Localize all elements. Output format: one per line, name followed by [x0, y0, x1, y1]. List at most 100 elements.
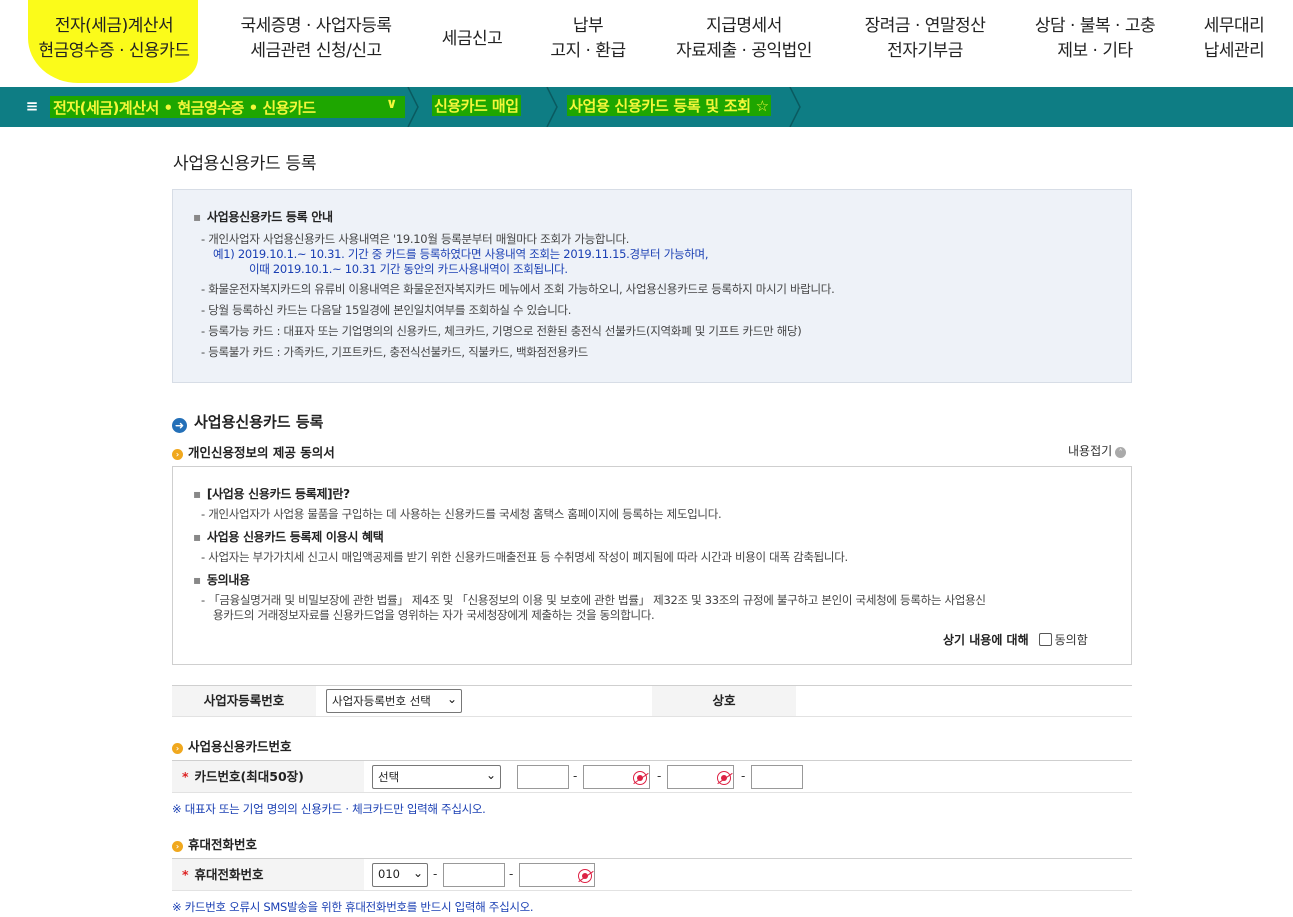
nav-item-line1: 전자(세금)계산서 — [54, 16, 174, 36]
top-navigation: 전자(세금)계산서 현금영수증 · 신용카드 국세증명 · 사업자등록 세금관련… — [0, 0, 1293, 87]
hamburger-menu-icon[interactable]: ≡ — [22, 96, 42, 116]
breadcrumb-level1[interactable]: 전자(세금)계산서 • 현금영수증 • 신용카드 ∨ — [50, 96, 405, 118]
chevron-down-icon: ⌄ — [485, 768, 496, 782]
nav-item-line2: 세금관련 신청/신고 — [250, 41, 382, 61]
collapse-label: 내용접기 — [1068, 444, 1113, 458]
consent-answer: - 「금융실명거래 및 비밀보장에 관한 법률」 제4조 및 「신용정보의 이용… — [201, 593, 986, 607]
nav-item-line1: 지급명세서 — [706, 16, 782, 36]
chevron-down-icon: ⌄ — [412, 866, 423, 880]
consent-question: ▪ 동의내용 — [193, 573, 250, 587]
phone-number-label-text: 휴대전화번호 — [194, 867, 264, 882]
phone-prefix-select[interactable]: 010 ⌄ — [372, 863, 428, 887]
consent-question-text: 동의내용 — [206, 573, 250, 587]
phone-section-title-text: 휴대전화번호 — [188, 837, 258, 852]
registration-guide-box: ▪ 사업용신용카드 등록 안내 - 개인사업자 사업용신용카드 사용내역은 '19… — [172, 189, 1132, 383]
consent-question: ▪ 사업용 신용카드 등록제 이용시 혜택 — [193, 530, 384, 544]
nav-item-line2: 제보 · 기타 — [1057, 41, 1133, 61]
nav-item-line2: 고지 · 환급 — [550, 41, 626, 61]
agree-label: 상기 내용에 대해 — [943, 633, 1029, 647]
nav-item-certificates[interactable]: 국세증명 · 사업자등록 세금관련 신청/신고 — [228, 14, 404, 64]
nav-item-line1: 국세증명 · 사업자등록 — [240, 16, 392, 36]
nav-item-consultation[interactable]: 상담 · 불복 · 고충 제보 · 기타 — [1022, 14, 1168, 64]
consent-question-text: 사업용 신용카드 등록제 이용시 혜택 — [206, 530, 384, 544]
nav-item-etax-invoice[interactable]: 전자(세금)계산서 현금영수증 · 신용카드 — [32, 14, 196, 64]
card-company-select-value: 선택 — [378, 770, 400, 784]
phone-prefix-value: 010 — [378, 867, 400, 881]
guide-line: - 개인사업자 사업용신용카드 사용내역은 '19.10월 등록분부터 매월마다… — [201, 232, 630, 246]
guide-heading: ▪ 사업용신용카드 등록 안내 — [193, 210, 333, 224]
page-title: 사업용신용카드 등록 — [173, 154, 317, 174]
consent-answer: - 사업자는 부가가치세 신고시 매입액공제를 받기 위한 신용카드매출전표 등… — [201, 550, 848, 564]
card-number-part4-input[interactable] — [751, 765, 803, 789]
card-number-part1-input[interactable] — [517, 765, 569, 789]
consent-title-text: 개인신용정보의 제공 동의서 — [188, 445, 335, 460]
section-title-text: 사업용신용카드 등록 — [194, 413, 324, 431]
guide-line: - 화물운전자복지카드의 유류비 이용내역은 화물운전자복지카드 메뉴에서 조회… — [201, 282, 835, 296]
guide-heading-text: 사업용신용카드 등록 안내 — [206, 210, 333, 224]
card-number-label-text: 카드번호(최대50장) — [194, 769, 304, 784]
consent-question: ▪ [사업용 신용카드 등록제]란? — [193, 487, 350, 501]
masked-eye-icon — [717, 771, 731, 785]
card-note: ※ 대표자 또는 기업 명의의 신용카드 · 체크카드만 입력해 주십시오. — [172, 802, 486, 816]
guide-line: - 당월 등록하신 카드는 다음달 15일경에 본인일치여부를 조회하실 수 있… — [201, 303, 572, 317]
breadcrumb-separator-icon — [546, 87, 558, 127]
consent-box: ▪ [사업용 신용카드 등록제]란? - 개인사업자가 사업용 물품을 구입하는 … — [172, 466, 1132, 665]
business-number-row: 사업자등록번호 사업자등록번호 선택 ⌄ 상호 — [172, 685, 1132, 717]
phone-note: ※ 카드번호 오류시 SMS발송을 위한 휴대전화번호를 반드시 입력해 주십시… — [172, 900, 534, 914]
masked-eye-icon — [578, 869, 592, 883]
nav-item-line1: 납부 — [572, 16, 604, 36]
nav-item-line2: 납세관리 — [1203, 41, 1265, 61]
chevron-right-icon: › — [172, 449, 183, 460]
business-number-label: 사업자등록번호 — [172, 686, 316, 716]
nav-item-line1: 상담 · 불복 · 고충 — [1034, 16, 1156, 36]
nav-item-line1: 장려금 · 연말정산 — [864, 16, 986, 36]
guide-example-line: 예1) 2019.10.1.~ 10.31. 기간 중 카드를 등록하였다면 사… — [213, 247, 709, 261]
nav-item-line2: 현금영수증 · 신용카드 — [38, 41, 190, 61]
section-title: ➜ 사업용신용카드 등록 — [172, 411, 323, 433]
nav-item-incentives[interactable]: 장려금 · 연말정산 전자기부금 — [852, 14, 998, 64]
breadcrumb: ≡ 전자(세금)계산서 • 현금영수증 • 신용카드 ∨ 신용카드 매입 사업용… — [0, 87, 1293, 127]
card-company-select[interactable]: 선택 ⌄ — [372, 765, 501, 789]
breadcrumb-separator-icon — [789, 87, 801, 127]
chevron-right-icon: › — [172, 743, 183, 754]
agree-checkbox[interactable] — [1038, 633, 1052, 646]
collapse-content-link[interactable]: 내용접기 ˄ — [1068, 442, 1127, 459]
business-name-label: 상호 — [652, 686, 796, 716]
business-number-select[interactable]: 사업자등록번호 선택 ⌄ — [326, 689, 462, 713]
arrow-right-icon: ➜ — [172, 418, 187, 433]
consent-answer: - 개인사업자가 사업용 물품을 구입하는 데 사용하는 신용카드를 국세청 홈… — [201, 507, 722, 521]
chevron-down-icon: ⌄ — [446, 692, 457, 706]
nav-item-payment-statement[interactable]: 지급명세서 자료제출 · 공익법인 — [664, 14, 824, 64]
nav-item-line1: 세금신고 — [441, 29, 503, 49]
agree-option-label[interactable]: 동의함 — [1055, 633, 1088, 647]
phone-middle-input[interactable] — [443, 863, 505, 887]
chevron-right-icon: › — [172, 841, 183, 852]
breadcrumb-level2[interactable]: 신용카드 매입 — [432, 95, 521, 116]
breadcrumb-level1-label: 전자(세금)계산서 • 현금영수증 • 신용카드 — [53, 99, 316, 117]
card-section-title: › 사업용신용카드번호 — [172, 736, 292, 755]
business-number-select-value: 사업자등록번호 선택 — [332, 694, 431, 708]
guide-line: - 등록불가 카드 : 가족카드, 기프트카드, 충전식선불카드, 직불카드, … — [201, 345, 588, 359]
nav-item-line1: 세무대리 — [1203, 16, 1265, 36]
phone-section-title: › 휴대전화번호 — [172, 834, 257, 853]
nav-item-tax-filing[interactable]: 세금신고 — [432, 27, 512, 52]
phone-number-label: * 휴대전화번호 — [172, 859, 364, 890]
nav-item-line2: 자료제출 · 공익법인 — [676, 41, 812, 61]
nav-item-payment[interactable]: 납부 고지 · 환급 — [540, 14, 636, 64]
card-section-title-text: 사업용신용카드번호 — [188, 739, 292, 754]
masked-eye-icon — [633, 771, 647, 785]
breadcrumb-separator-icon — [407, 87, 419, 127]
chevron-down-icon: ∨ — [386, 96, 398, 112]
consent-title: › 개인신용정보의 제공 동의서 — [172, 442, 335, 461]
chevron-up-icon: ˄ — [1115, 447, 1127, 458]
consent-answer: 용카드의 거래정보자료를 신용카드업을 영위하는 자가 국세청장에게 제출하는 … — [213, 608, 655, 622]
phone-number-row: * 휴대전화번호 010 ⌄ - - — [172, 858, 1132, 891]
guide-line: - 등록가능 카드 : 대표자 또는 기업명의의 신용카드, 체크카드, 기명으… — [201, 324, 802, 338]
nav-item-line2: 전자기부금 — [887, 41, 963, 61]
card-number-label: * 카드번호(최대50장) — [172, 761, 364, 792]
guide-example-line: 이때 2019.10.1.~ 10.31 기간 동안의 카드사용내역이 조회됩니… — [249, 262, 568, 276]
card-number-row: * 카드번호(최대50장) 선택 ⌄ - - - — [172, 760, 1132, 793]
breadcrumb-level3[interactable]: 사업용 신용카드 등록 및 조회 ☆ — [567, 95, 771, 116]
nav-item-tax-agent[interactable]: 세무대리 납세관리 — [1196, 14, 1272, 64]
consent-question-text: [사업용 신용카드 등록제]란? — [206, 487, 350, 501]
